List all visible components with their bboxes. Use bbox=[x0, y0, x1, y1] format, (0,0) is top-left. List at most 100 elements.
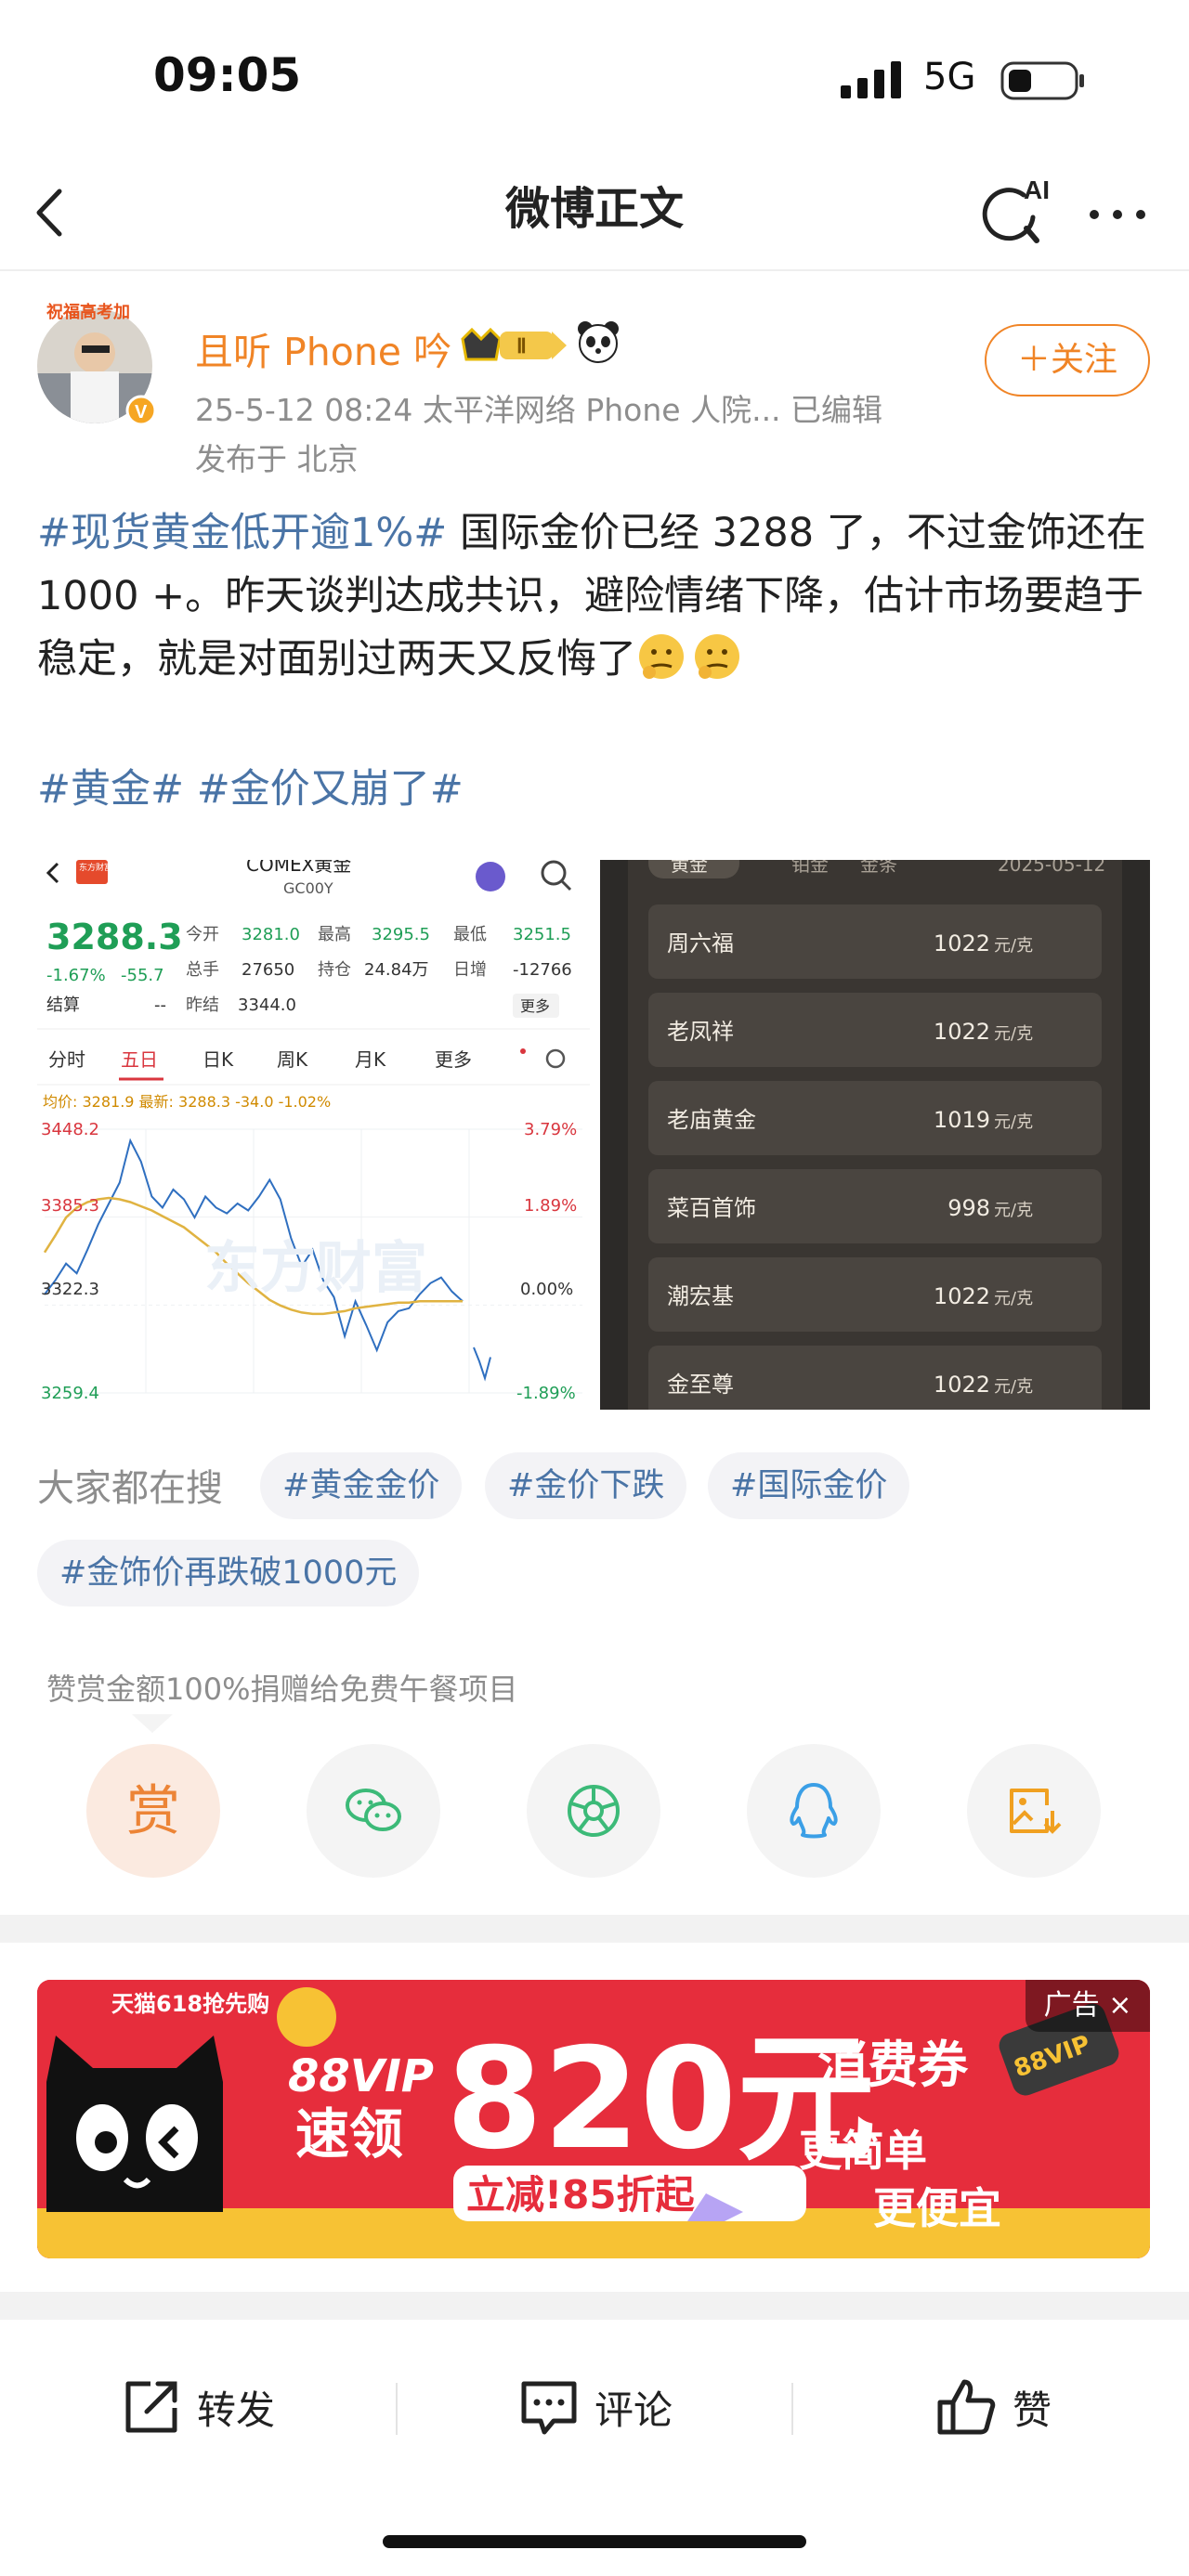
stat-value: 27650 bbox=[242, 960, 294, 980]
ad-banner[interactable]: 天猫618抢先购 88VIP 速领 820元 消费券 立减!85折起 更简单 更… bbox=[37, 1980, 1150, 2258]
brand-name: 老庙黄金 bbox=[667, 1107, 756, 1133]
comment-label: 评论 bbox=[594, 2387, 673, 2433]
nav-bar: 微博正文 AI bbox=[0, 158, 1189, 271]
ad-header: 天猫618抢先购 bbox=[111, 1991, 269, 2017]
price-date: 2025-05-12 bbox=[998, 860, 1105, 876]
chart-tab[interactable]: 五日 bbox=[121, 1048, 158, 1071]
reward-label: 赏 bbox=[125, 1779, 180, 1842]
thinking-emoji-icon bbox=[695, 634, 739, 679]
brand-name: 老凤祥 bbox=[667, 1019, 734, 1045]
ad-close-button[interactable]: 广告 × bbox=[1026, 1980, 1150, 2032]
search-chip[interactable]: #黄金金价 bbox=[260, 1452, 463, 1519]
ad-coupon: 消费券 bbox=[817, 2036, 969, 2094]
post-meta: 25-5-12 08:24 太平洋网络 Phone 人院... 已编辑 bbox=[195, 392, 883, 428]
post-location: 发布于 北京 bbox=[195, 441, 359, 477]
change-value: -55.7 bbox=[121, 966, 164, 985]
reward-caret bbox=[132, 1714, 173, 1733]
topic-link[interactable]: #金价又崩了# bbox=[197, 766, 464, 813]
gold-price: 998 bbox=[947, 1195, 990, 1221]
author-name[interactable]: 且听 Phone 吟 bbox=[195, 320, 451, 376]
stat-value: 24.84万 bbox=[364, 960, 429, 980]
comment-button[interactable]: 评论 bbox=[516, 2370, 673, 2444]
chart-tab[interactable]: 更多 bbox=[435, 1048, 472, 1071]
search-chip[interactable]: #金价下跌 bbox=[485, 1452, 687, 1519]
price-tab: 黄金 bbox=[671, 860, 708, 876]
search-chip[interactable]: #金饰价再跌破1000元 bbox=[37, 1540, 420, 1607]
stat-label: 最低 bbox=[453, 925, 487, 944]
divider bbox=[791, 2383, 793, 2435]
search-label: 大家都在搜 bbox=[37, 1467, 223, 1510]
chart-tab[interactable]: 月K bbox=[355, 1048, 386, 1071]
ad-discount: 立减!85折起 bbox=[466, 2172, 696, 2218]
settle-label: 结算 bbox=[46, 995, 80, 1015]
section-separator bbox=[0, 1915, 1189, 1943]
divider bbox=[396, 2383, 398, 2435]
reward-button[interactable]: 赏 bbox=[86, 1744, 220, 1878]
brand-name: 菜百首饰 bbox=[667, 1195, 756, 1221]
chart-legend: 均价: 3281.9 最新: 3288.3 -34.0 -1.02% bbox=[43, 1093, 331, 1111]
thumbs-up-icon bbox=[937, 2379, 996, 2435]
stat-value: 3251.5 bbox=[513, 925, 571, 944]
chart-tab[interactable]: 周K bbox=[277, 1048, 308, 1071]
price-unit: 元/克 bbox=[994, 1377, 1033, 1397]
like-label: 赞 bbox=[1013, 2387, 1052, 2433]
ad-vip-line1: 88VIP bbox=[288, 2050, 434, 2102]
gold-price: 1022 bbox=[934, 1019, 990, 1045]
ai-search-icon[interactable]: AI bbox=[975, 171, 1059, 251]
new-dot bbox=[520, 1048, 526, 1054]
chart-watermark: 东方财富 bbox=[204, 1236, 427, 1301]
save-image-button[interactable] bbox=[967, 1744, 1101, 1878]
qq-share-button[interactable] bbox=[747, 1744, 881, 1878]
stat-value: 3295.5 bbox=[372, 925, 430, 944]
signal-icon bbox=[841, 61, 901, 98]
brand-name: 金至尊 bbox=[667, 1372, 734, 1398]
gold-price: 1022 bbox=[934, 1372, 990, 1398]
more-icon[interactable] bbox=[1085, 182, 1150, 247]
more-button[interactable]: 更多 bbox=[520, 997, 550, 1015]
y-tick-right: -1.89% bbox=[516, 1384, 576, 1403]
y-tick-left: 3259.4 bbox=[41, 1384, 99, 1403]
membership-badge: Ⅱ bbox=[461, 327, 567, 361]
repost-label: 转发 bbox=[197, 2387, 276, 2433]
thinking-emoji-icon bbox=[639, 634, 684, 679]
gold-price: 1022 bbox=[934, 1283, 990, 1309]
status-time: 09:05 bbox=[153, 48, 302, 102]
chart-tab[interactable]: 日K bbox=[203, 1048, 234, 1071]
wechat-share-button[interactable] bbox=[307, 1744, 440, 1878]
repost-icon bbox=[125, 2381, 177, 2433]
chart-code: GC00Y bbox=[283, 879, 333, 897]
follow-button[interactable]: ＋关注 bbox=[985, 324, 1150, 397]
moments-share-button[interactable] bbox=[527, 1744, 660, 1878]
stat-value: 3344.0 bbox=[238, 995, 296, 1015]
gold-price: 1022 bbox=[934, 930, 990, 956]
search-chip[interactable]: #国际金价 bbox=[708, 1452, 910, 1519]
bottom-action-bar: 转发 评论 赞 bbox=[0, 2329, 1189, 2487]
post-image-gold-prices[interactable]: 黄金 铂金 金条 2025-05-12 周六福 1022 元/克 老凤祥 1022 元/克… bbox=[600, 860, 1150, 1410]
wechat-icon bbox=[346, 1789, 401, 1831]
topic-link[interactable]: #黄金# bbox=[37, 766, 184, 813]
chart-title: COMEX黄金 bbox=[246, 860, 351, 876]
stat-label: 日增 bbox=[453, 960, 487, 980]
brand-name: 潮宏基 bbox=[667, 1283, 734, 1309]
section-separator bbox=[0, 2292, 1189, 2320]
price-unit: 元/克 bbox=[994, 1112, 1033, 1132]
stat-label: 昨结 bbox=[186, 995, 219, 1015]
price-unit: 元/克 bbox=[994, 1201, 1033, 1220]
like-button[interactable]: 赞 bbox=[934, 2370, 1052, 2444]
post-body: #现货黄金低开逾1%# 国际金价已经 3288 了，不过金饰还在 1000 +。… bbox=[37, 501, 1161, 691]
moments-icon bbox=[568, 1785, 620, 1837]
price-unit: 元/克 bbox=[994, 1289, 1033, 1308]
repost-button[interactable]: 转发 bbox=[119, 2370, 275, 2444]
topic-link[interactable]: #现货黄金低开逾1%# bbox=[37, 510, 447, 556]
price-tab: 铂金 bbox=[791, 860, 829, 876]
svg-text:V: V bbox=[135, 402, 148, 423]
post-image-gold-chart[interactable]: 东方财富 COMEX黄金 GC00Y 3288.3 -1.67% -55.7 结… bbox=[37, 860, 590, 1410]
y-tick-right: 0.00% bbox=[520, 1280, 573, 1299]
y-tick-right: 1.89% bbox=[524, 1196, 577, 1216]
ad-cheaper: 更便宜 bbox=[873, 2183, 1001, 2233]
avatar[interactable]: 祝福高考加 V bbox=[37, 299, 158, 429]
price-value: 3288.3 bbox=[46, 917, 183, 957]
chart-tab[interactable]: 分时 bbox=[48, 1048, 85, 1071]
y-tick-right: 3.79% bbox=[524, 1120, 577, 1139]
avatar-caption: 祝福高考加 bbox=[46, 302, 130, 322]
